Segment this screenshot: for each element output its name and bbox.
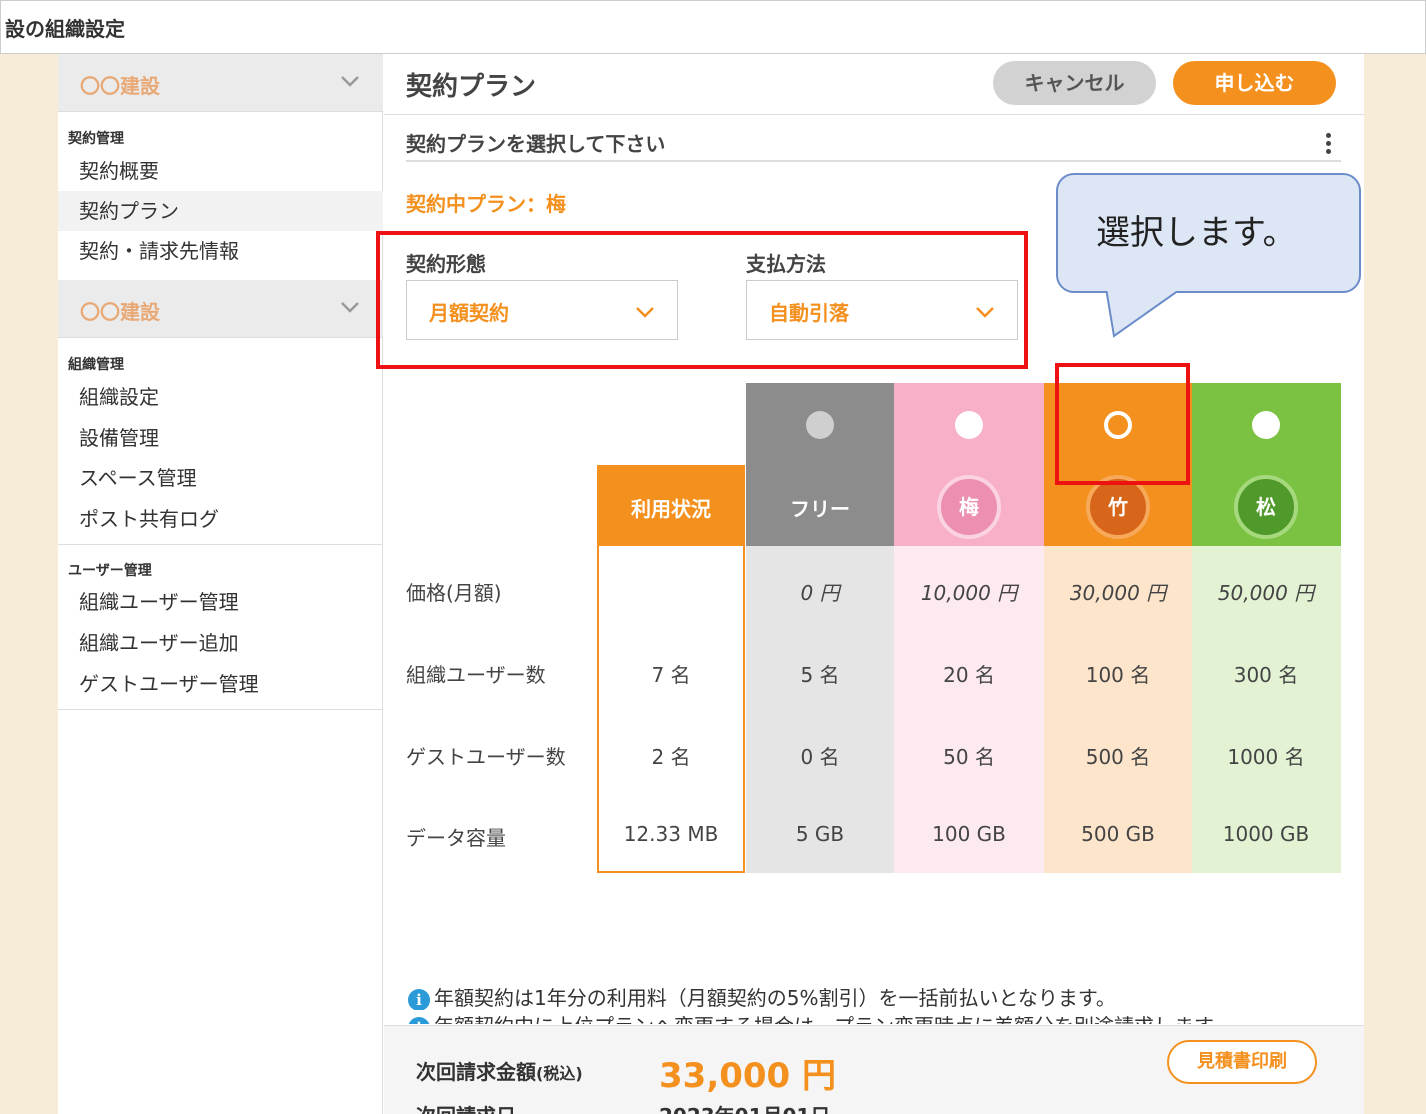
highlight-box-selectors xyxy=(376,231,1028,369)
org-name: 〇〇建設 xyxy=(80,300,160,324)
next-billing-amount-label: 次回請求金額(税込) xyxy=(416,1060,583,1084)
usage-guest-users: 2 名 xyxy=(651,745,691,769)
info-icon: i xyxy=(408,989,430,1010)
org-selector-1[interactable]: 〇〇建設 xyxy=(58,54,383,112)
plan-matsu-radio[interactable] xyxy=(1252,411,1280,439)
plan-free-radio[interactable] xyxy=(806,411,834,439)
plan-ume-radio[interactable] xyxy=(955,411,983,439)
next-billing-date-label: 次回請求日 xyxy=(416,1100,516,1114)
more-options-icon[interactable] xyxy=(1322,132,1334,156)
divider xyxy=(58,544,383,545)
sidebar-item-contract-overview[interactable]: 契約概要 xyxy=(58,151,383,191)
window-title: 設の組織設定 xyxy=(5,17,125,41)
sidebar-item-contract-plan[interactable]: 契約プラン xyxy=(58,191,383,231)
print-quote-button[interactable]: 見積書印刷 xyxy=(1167,1040,1317,1084)
row-label-price: 価格(月額) xyxy=(406,581,502,605)
row-label-guest-users: ゲストユーザー数 xyxy=(406,745,566,769)
org-selector-2[interactable]: 〇〇建設 xyxy=(58,280,383,338)
plan-free-header[interactable]: フリー xyxy=(746,383,894,546)
org-name: 〇〇建設 xyxy=(80,74,160,98)
usage-column-header: 利用状況 xyxy=(597,465,745,546)
free-org-users: 5 名 xyxy=(800,663,840,687)
ume-guest-users: 50 名 xyxy=(943,745,995,769)
plan-matsu-header[interactable]: 松 xyxy=(1192,383,1341,546)
sidebar-item-billing-info[interactable]: 契約・請求先情報 xyxy=(58,231,383,271)
plan-matsu-label: 松 xyxy=(1256,495,1276,519)
plan-free-label: フリー xyxy=(790,497,850,521)
page-title: 契約プラン xyxy=(406,72,537,102)
chevron-down-icon xyxy=(341,302,359,313)
highlight-box-take-radio xyxy=(1055,363,1190,485)
usage-org-users: 7 名 xyxy=(651,663,691,687)
section-contract: 契約管理 xyxy=(68,131,124,147)
matsu-price: 50,000 円 xyxy=(1217,581,1315,605)
ume-emblem-icon: 梅 xyxy=(937,475,1001,539)
apply-button[interactable]: 申し込む xyxy=(1173,61,1336,105)
matsu-storage: 1000 GB xyxy=(1222,822,1310,846)
section-org: 組織管理 xyxy=(68,357,124,373)
sidebar-item-add-user[interactable]: 組織ユーザー追加 xyxy=(58,623,383,663)
sidebar-item-space[interactable]: スペース管理 xyxy=(58,458,383,498)
note-1: i 年額契約は1年分の利用料（月額契約の5%割引）を一括前払いとなります。 xyxy=(408,982,1232,1010)
plan-ume-header[interactable]: 梅 xyxy=(894,383,1044,546)
cancel-button[interactable]: キャンセル xyxy=(993,61,1156,105)
matsu-org-users: 300 名 xyxy=(1233,663,1299,687)
sidebar-item-org-users[interactable]: 組織ユーザー管理 xyxy=(58,582,383,622)
callout-text: 選択します。 xyxy=(1096,213,1297,253)
info-icon: i xyxy=(408,1017,430,1024)
usage-header-label: 利用状況 xyxy=(631,497,711,521)
divider xyxy=(406,160,1341,162)
take-price: 30,000 円 xyxy=(1069,581,1167,605)
next-billing-date: 2023年01月01日 xyxy=(659,1100,830,1114)
notes: i年額契約は1年分の利用料（月額契約の5%割引）を一括前払いとなります。 i年額… xyxy=(408,982,1232,1024)
ume-price: 10,000 円 xyxy=(920,581,1018,605)
sidebar-item-equipment[interactable]: 設備管理 xyxy=(58,418,383,458)
divider xyxy=(58,709,383,710)
note-2: i年額契約中に上位プランへ変更する場合は、プラン変更時点に差額分を別途請求します… xyxy=(408,1010,1232,1024)
sidebar: 〇〇建設 契約管理 契約概要 契約プラン 契約・請求先情報 〇〇建設 組織管理 … xyxy=(58,54,383,1114)
footer: 次回請求金額(税込) 33,000 円 次回請求日 2023年01月01日 見積… xyxy=(384,1025,1364,1114)
take-org-users: 100 名 xyxy=(1085,663,1151,687)
window-titlebar: 設の組織設定 xyxy=(0,0,1426,54)
callout-bubble: 選択します。 xyxy=(1056,173,1361,293)
next-billing-amount: 33,000 円 xyxy=(659,1056,837,1096)
section-subtitle: 契約プランを選択して下さい xyxy=(406,132,666,156)
take-storage: 500 GB xyxy=(1081,822,1155,846)
chevron-down-icon xyxy=(341,76,359,87)
take-guest-users: 500 名 xyxy=(1085,745,1151,769)
sidebar-item-post-log[interactable]: ポスト共有ログ xyxy=(58,499,383,539)
ume-org-users: 20 名 xyxy=(943,663,995,687)
ume-storage: 100 GB xyxy=(932,822,1006,846)
row-label-storage: データ容量 xyxy=(406,826,506,850)
usage-storage: 12.33 MB xyxy=(623,822,719,846)
section-users: ユーザー管理 xyxy=(68,563,152,579)
current-plan-label: 契約中プラン：梅 xyxy=(406,192,566,216)
background-left xyxy=(0,54,58,1114)
free-storage: 5 GB xyxy=(795,822,845,846)
background-right xyxy=(1364,54,1426,1114)
row-label-org-users: 組織ユーザー数 xyxy=(406,663,546,687)
divider xyxy=(384,114,1364,115)
callout-tail xyxy=(1104,288,1184,338)
matsu-guest-users: 1000 名 xyxy=(1227,745,1305,769)
plan-ume-label: 梅 xyxy=(959,495,979,519)
free-price: 0 円 xyxy=(800,581,840,605)
matsu-emblem-icon: 松 xyxy=(1234,475,1298,539)
free-guest-users: 0 名 xyxy=(800,745,840,769)
sidebar-item-org-settings[interactable]: 組織設定 xyxy=(58,377,383,417)
sidebar-item-guest-users[interactable]: ゲストユーザー管理 xyxy=(58,664,383,704)
